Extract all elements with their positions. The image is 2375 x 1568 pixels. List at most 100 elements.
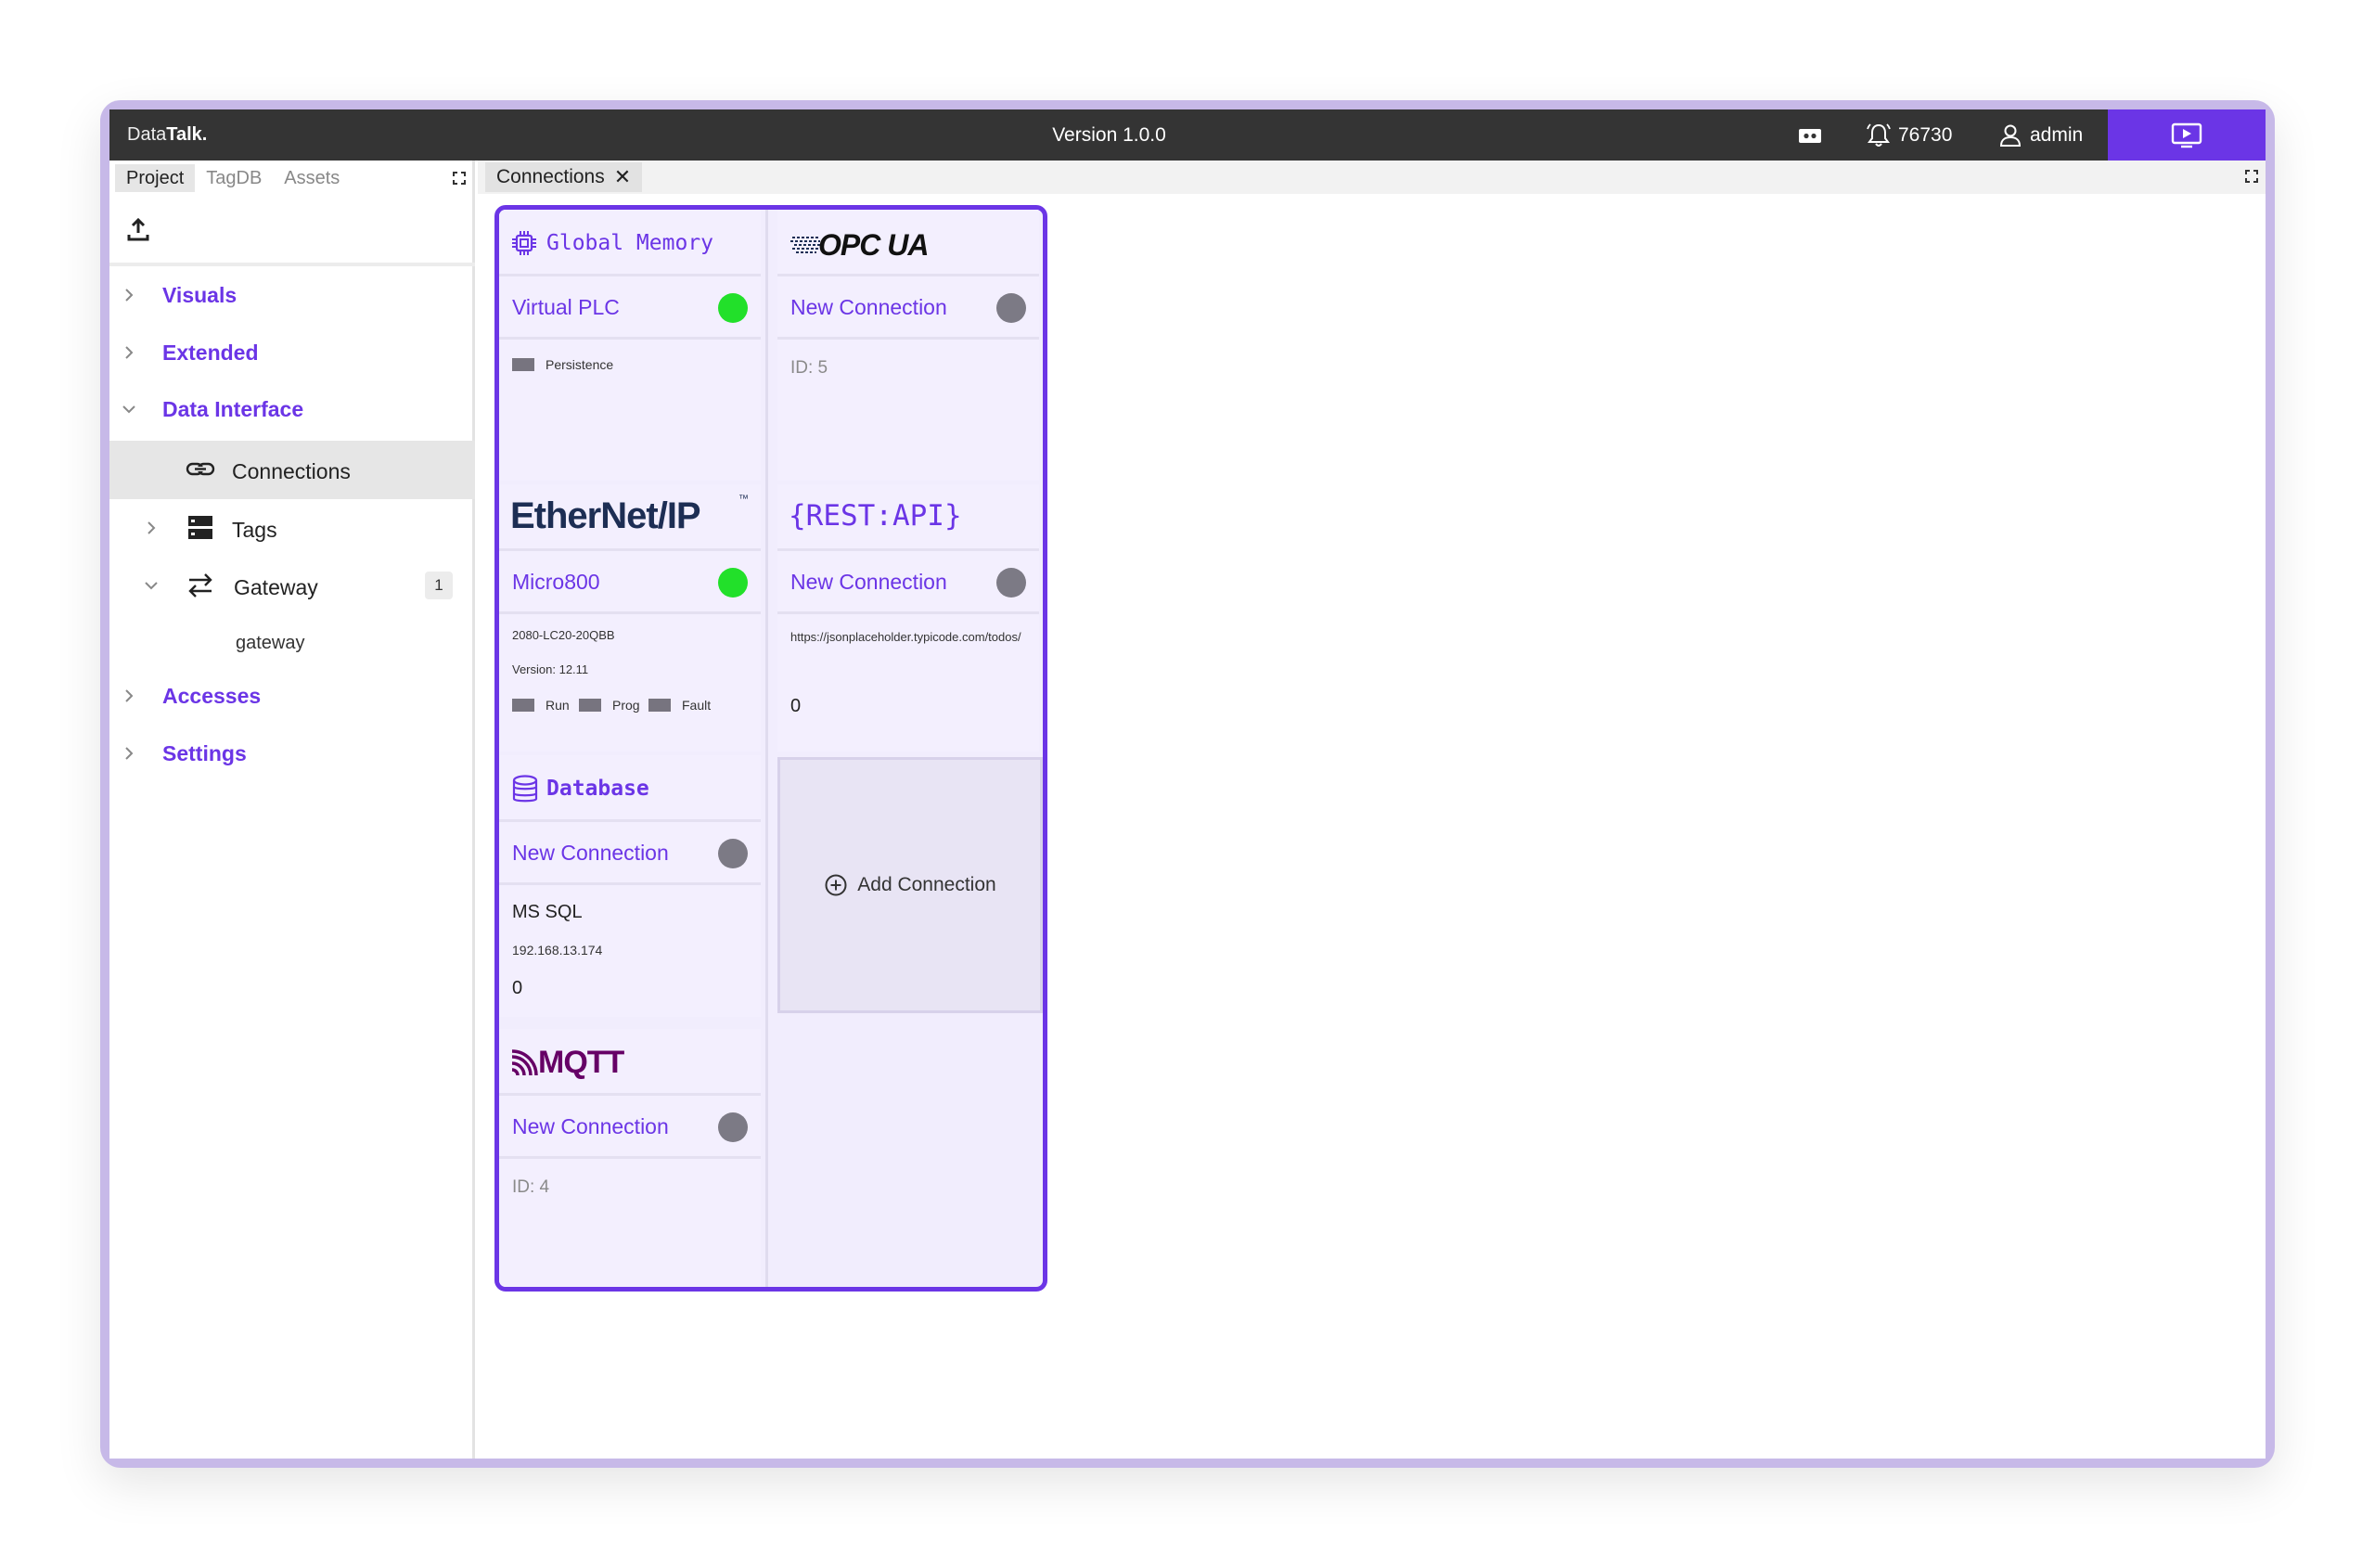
legend-label: Fault <box>682 698 712 713</box>
legend-swatch <box>512 699 534 712</box>
card-connection-row: Virtual PLC <box>499 276 761 340</box>
sidebar-item-label: Accesses <box>162 684 262 708</box>
connection-name: New Connection <box>512 841 669 865</box>
legend-swatch <box>512 358 534 371</box>
opcua-logo-text: OPC UA <box>818 228 929 262</box>
ethernet-ip-tm: ™ <box>738 494 749 505</box>
status-indicator <box>718 293 748 323</box>
connection-card-mqtt[interactable]: MQTT New Connection ID: 4 <box>499 1029 761 1287</box>
chevron-right-icon <box>148 521 156 534</box>
sidebar-item-label: Visuals <box>162 283 238 307</box>
sidebar: Project TagDB Assets Visuals Extended Da… <box>109 161 475 1459</box>
sidebar-item-data-interface[interactable]: Data Interface <box>109 383 475 435</box>
notifications-count: 76730 <box>1898 123 1953 146</box>
card-connection-row: New Connection <box>499 822 761 885</box>
connection-card-global-memory[interactable]: Global Memory Virtual PLC Persistence <box>499 210 761 481</box>
notifications-button[interactable]: 76730 <box>1865 109 1952 161</box>
card-header: Database <box>499 755 761 822</box>
connection-name: Micro800 <box>512 570 600 594</box>
expand-icon[interactable] <box>2245 170 2258 183</box>
swap-icon <box>188 573 212 598</box>
sidebar-divider <box>109 263 475 266</box>
mqtt-icon <box>511 1049 538 1076</box>
connection-id: ID: 5 <box>790 358 828 378</box>
app-window: DataTalk. Version 1.0.0 76730 admin Proj… <box>109 109 2266 1459</box>
sidebar-item-label: gateway <box>236 633 305 653</box>
user-icon <box>1999 124 2022 147</box>
sidebar-item-label: Data Interface <box>162 397 304 421</box>
status-indicator <box>996 568 1026 598</box>
sidebar-item-settings[interactable]: Settings <box>109 727 475 779</box>
card-connection-row: New Connection <box>777 551 1039 614</box>
sidebar-item-visuals[interactable]: Visuals <box>109 269 475 321</box>
ethernet-ip-logo-text: EtherNet/IP <box>510 495 701 536</box>
sidebar-item-tags[interactable]: Tags <box>109 499 475 557</box>
card-title: Global Memory <box>546 231 714 255</box>
tab-tagdb[interactable]: TagDB <box>195 164 273 192</box>
card-title: Database <box>546 777 649 801</box>
card-header: Global Memory <box>499 210 761 276</box>
tab-assets[interactable]: Assets <box>273 164 351 192</box>
chevron-right-icon <box>125 747 134 760</box>
sidebar-item-gateway[interactable]: Gateway 1 <box>109 557 475 614</box>
upload-icon[interactable] <box>126 216 150 242</box>
gateway-count-badge: 1 <box>425 572 453 599</box>
chevron-right-icon <box>125 346 134 359</box>
database-icon <box>512 775 538 803</box>
tab-project[interactable]: Project <box>115 164 196 192</box>
database-engine: MS SQL <box>512 902 583 922</box>
device-model: 2080-LC20-20QBB <box>512 628 615 642</box>
chip-icon <box>512 231 536 255</box>
database-host: 192.168.13.174 <box>512 943 603 958</box>
legend-label: Prog <box>612 698 640 713</box>
card-header: {REST:API} <box>777 484 1039 551</box>
user-menu[interactable]: admin <box>1996 109 2083 161</box>
endpoint-url: https://jsonplaceholder.typicode.com/tod… <box>790 630 1021 644</box>
legend-label: Persistence <box>546 357 614 372</box>
connection-name: New Connection <box>790 295 947 319</box>
connection-card-database[interactable]: Database New Connection MS SQL 192.168.1… <box>499 755 761 1017</box>
connection-name: Virtual PLC <box>512 295 620 319</box>
link-icon <box>186 462 215 476</box>
chevron-right-icon <box>125 289 134 302</box>
chevron-down-icon <box>145 582 158 590</box>
connection-card-ethernet-ip[interactable]: EtherNet/IP ™ Micro800 2080-LC20-20QBB V… <box>499 484 761 752</box>
chevron-right-icon <box>125 689 134 702</box>
card-connection-row: New Connection <box>777 276 1039 340</box>
legend-swatch <box>579 699 601 712</box>
camera-icon <box>1799 128 1821 143</box>
rest-api-logo-text: {REST:API} <box>789 499 962 533</box>
camera-button[interactable] <box>1796 109 1829 161</box>
column-divider <box>765 210 768 1287</box>
chevron-down-icon <box>122 405 135 414</box>
sidebar-item-label: Settings <box>162 741 247 765</box>
present-button[interactable] <box>2108 109 2266 161</box>
add-connection-label: Add Connection <box>857 874 996 895</box>
connection-name: New Connection <box>790 570 947 594</box>
bell-icon <box>1867 122 1891 147</box>
legend-label: Run <box>546 698 570 713</box>
status-indicator <box>718 568 748 598</box>
connection-card-rest-api[interactable]: {REST:API} New Connection https://jsonpl… <box>777 484 1039 752</box>
expand-icon[interactable] <box>453 172 466 185</box>
status-indicator <box>996 293 1026 323</box>
status-indicator <box>718 839 748 868</box>
server-icon <box>188 516 212 539</box>
connection-value: 0 <box>512 978 523 998</box>
sidebar-item-extended[interactable]: Extended <box>109 327 475 379</box>
sidebar-item-label: Gateway <box>234 575 318 599</box>
connections-grid: Global Memory Virtual PLC Persistence OP… <box>494 205 1047 1292</box>
sidebar-item-connections[interactable]: Connections <box>109 441 475 499</box>
device-version: Version: 12.11 <box>512 662 589 676</box>
sidebar-item-accesses[interactable]: Accesses <box>109 670 475 722</box>
card-header: EtherNet/IP ™ <box>499 484 761 551</box>
tab-connections[interactable]: Connections ✕ <box>485 162 643 192</box>
add-connection-button[interactable]: Add Connection <box>777 757 1043 1013</box>
connection-card-opcua[interactable]: OPC UA New Connection ID: 5 <box>777 210 1039 481</box>
sidebar-item-gateway-child[interactable]: gateway <box>109 614 475 670</box>
sidebar-item-label: Tags <box>232 518 277 542</box>
connection-name: New Connection <box>512 1114 669 1138</box>
tab-strip: Connections ✕ <box>478 161 2266 194</box>
close-icon[interactable]: ✕ <box>614 165 631 189</box>
top-bar: DataTalk. Version 1.0.0 76730 admin <box>109 109 2266 161</box>
